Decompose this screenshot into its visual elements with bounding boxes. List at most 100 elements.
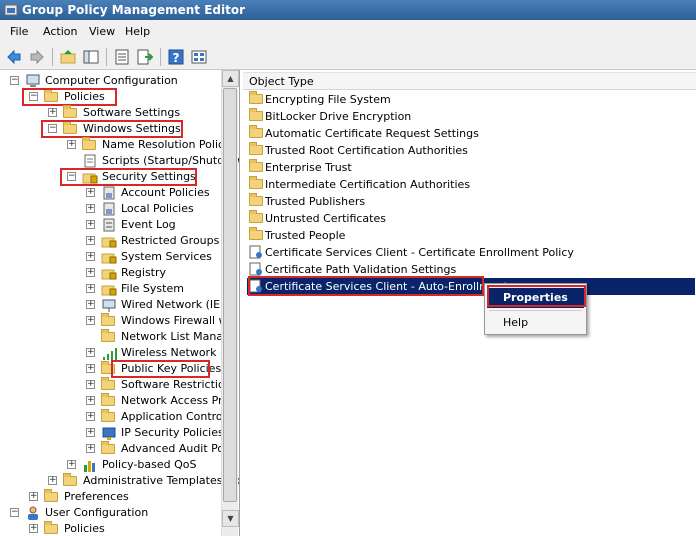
column-header-object-type[interactable]: Object Type [243, 72, 696, 90]
help-icon[interactable]: ? [167, 48, 185, 66]
tree-item-network-list-manager[interactable]: Network List Manage [0, 329, 237, 345]
expand-icon[interactable]: + [86, 412, 95, 421]
properties-icon[interactable] [113, 48, 131, 66]
tree-item-name-resolution-policy[interactable]: + Name Resolution Policy [0, 137, 231, 153]
scrollbar-thumb[interactable] [223, 88, 237, 502]
tree-item-account-policies[interactable]: + Account Policies [0, 185, 220, 201]
expand-icon[interactable]: + [86, 444, 95, 453]
expand-icon[interactable]: + [86, 348, 95, 357]
folder-icon [249, 108, 263, 121]
title-bar[interactable]: Group Policy Management Editor [0, 0, 696, 20]
toolbar-separator [160, 48, 161, 66]
tree-item-policy-based-qos[interactable]: + Policy-based QoS [0, 457, 220, 473]
folder-icon [249, 159, 263, 172]
list-item[interactable]: Trusted People [247, 227, 695, 244]
menu-help[interactable]: Help [125, 25, 150, 38]
scroll-up-arrow-icon[interactable]: ▲ [222, 70, 239, 87]
context-menu-help[interactable]: Help [487, 313, 584, 333]
back-arrow-icon[interactable] [5, 48, 23, 66]
folder-icon [101, 377, 115, 390]
list-item[interactable]: Certificate Services Client - Certificat… [247, 244, 695, 261]
expand-icon[interactable]: + [86, 396, 95, 405]
expand-icon[interactable]: + [86, 364, 95, 373]
tree-label: Windows Firewall wit [121, 314, 235, 327]
tree-label: Account Policies [121, 186, 210, 199]
expand-icon[interactable]: + [29, 492, 38, 501]
list-item[interactable]: BitLocker Drive Encryption [247, 108, 695, 125]
expand-icon[interactable]: + [86, 188, 95, 197]
highlight-box [22, 88, 117, 106]
expand-icon[interactable]: + [86, 380, 95, 389]
tree-item-advanced-audit[interactable]: + Advanced Audit Polic [0, 441, 236, 457]
up-folder-icon[interactable] [59, 48, 77, 66]
expand-icon[interactable]: + [86, 220, 95, 229]
export-list-icon[interactable] [136, 48, 154, 66]
expand-icon[interactable]: + [86, 204, 95, 213]
list-item[interactable]: Enterprise Trust [247, 159, 695, 176]
expand-icon[interactable]: + [29, 524, 38, 533]
collapse-icon[interactable]: − [10, 76, 19, 85]
tree-item-user-configuration[interactable]: − User Configuration [0, 505, 220, 521]
forward-arrow-icon[interactable] [28, 48, 46, 66]
expand-icon[interactable]: + [86, 428, 95, 437]
tree-item-wireless-network[interactable]: + Wireless Network (IE [0, 345, 234, 361]
menu-view[interactable]: View [89, 25, 115, 38]
tree-item-preferences[interactable]: + Preferences [0, 489, 220, 505]
highlight-box [248, 276, 484, 296]
tree-label: File System [121, 282, 184, 295]
menu-file[interactable]: File [10, 25, 28, 38]
menu-separator [489, 310, 582, 311]
show-hide-tree-icon[interactable] [82, 48, 100, 66]
view-icon[interactable] [190, 48, 208, 66]
expand-icon[interactable]: + [86, 268, 95, 277]
expand-icon[interactable]: + [48, 108, 57, 117]
policy-icon [103, 186, 115, 200]
tree-item-registry[interactable]: + Registry [0, 265, 220, 281]
tree-item-local-policies[interactable]: + Local Policies [0, 201, 220, 217]
collapse-icon[interactable]: − [10, 508, 19, 517]
highlight-box [60, 168, 197, 186]
list-item[interactable]: Untrusted Certificates [247, 210, 695, 227]
menu-action[interactable]: Action [43, 25, 77, 38]
tree-item-software-restriction[interactable]: + Software Restriction [0, 377, 232, 393]
list-item[interactable]: Encrypting File System [247, 91, 695, 108]
scroll-down-arrow-icon[interactable]: ▼ [222, 510, 239, 527]
expand-icon[interactable]: + [86, 300, 95, 309]
tree-item-application-control[interactable]: + Application Control P [0, 409, 236, 425]
tree-item-file-system[interactable]: + File System [0, 281, 220, 297]
list-item[interactable]: Automatic Certificate Request Settings [247, 125, 695, 142]
tree-item-system-services[interactable]: + System Services [0, 249, 220, 265]
expand-icon[interactable]: + [86, 236, 95, 245]
tree-item-user-policies[interactable]: + Policies [0, 521, 220, 536]
expand-icon[interactable]: + [67, 140, 76, 149]
tree-item-restricted-groups[interactable]: + Restricted Groups [0, 233, 220, 249]
expand-icon[interactable]: + [67, 460, 76, 469]
list-item[interactable]: Trusted Publishers [247, 193, 695, 210]
tree-item-scripts[interactable]: Scripts (Startup/Shutdow [0, 153, 239, 169]
tree-item-ip-security-policies[interactable]: + IP Security Policies o [0, 425, 234, 441]
tree-item-software-settings[interactable]: + Software Settings [0, 105, 220, 121]
expand-icon[interactable]: + [86, 252, 95, 261]
tree-item-wired-network[interactable]: + Wired Network (IEEE [0, 297, 234, 313]
expand-icon[interactable]: + [86, 284, 95, 293]
expand-icon[interactable]: + [86, 316, 95, 325]
list-item[interactable]: Trusted Root Certification Authorities [247, 142, 695, 159]
tree-scrollbar[interactable]: ▲ ▼ [221, 70, 239, 536]
list-item[interactable]: Intermediate Certification Authorities [247, 176, 695, 193]
wireless-icon [103, 348, 117, 360]
console-tree-pane[interactable]: − Computer Configuration − Policies + So… [0, 70, 240, 536]
expand-icon[interactable]: + [48, 476, 57, 485]
list-item-label: Trusted People [265, 229, 346, 242]
tree-item-administrative-templates[interactable]: + Administrative Templates: Pc [0, 473, 239, 489]
tree-item-event-log[interactable]: + Event Log [0, 217, 220, 233]
tree-label: Registry [121, 266, 167, 279]
user-icon [28, 506, 38, 520]
tree-label: Network List Manage [121, 330, 237, 343]
tree-label: Wireless Network (IE [121, 346, 235, 359]
details-pane[interactable]: Object Type Encrypting File System BitLo… [243, 70, 696, 536]
folder-icon [63, 473, 77, 486]
locked-folder-icon [101, 285, 117, 296]
tree-item-windows-firewall[interactable]: + Windows Firewall wit [0, 313, 235, 329]
tree-item-computer-configuration[interactable]: − Computer Configuration [0, 73, 220, 89]
tree-item-network-access-protection[interactable]: + Network Access Prot [0, 393, 233, 409]
